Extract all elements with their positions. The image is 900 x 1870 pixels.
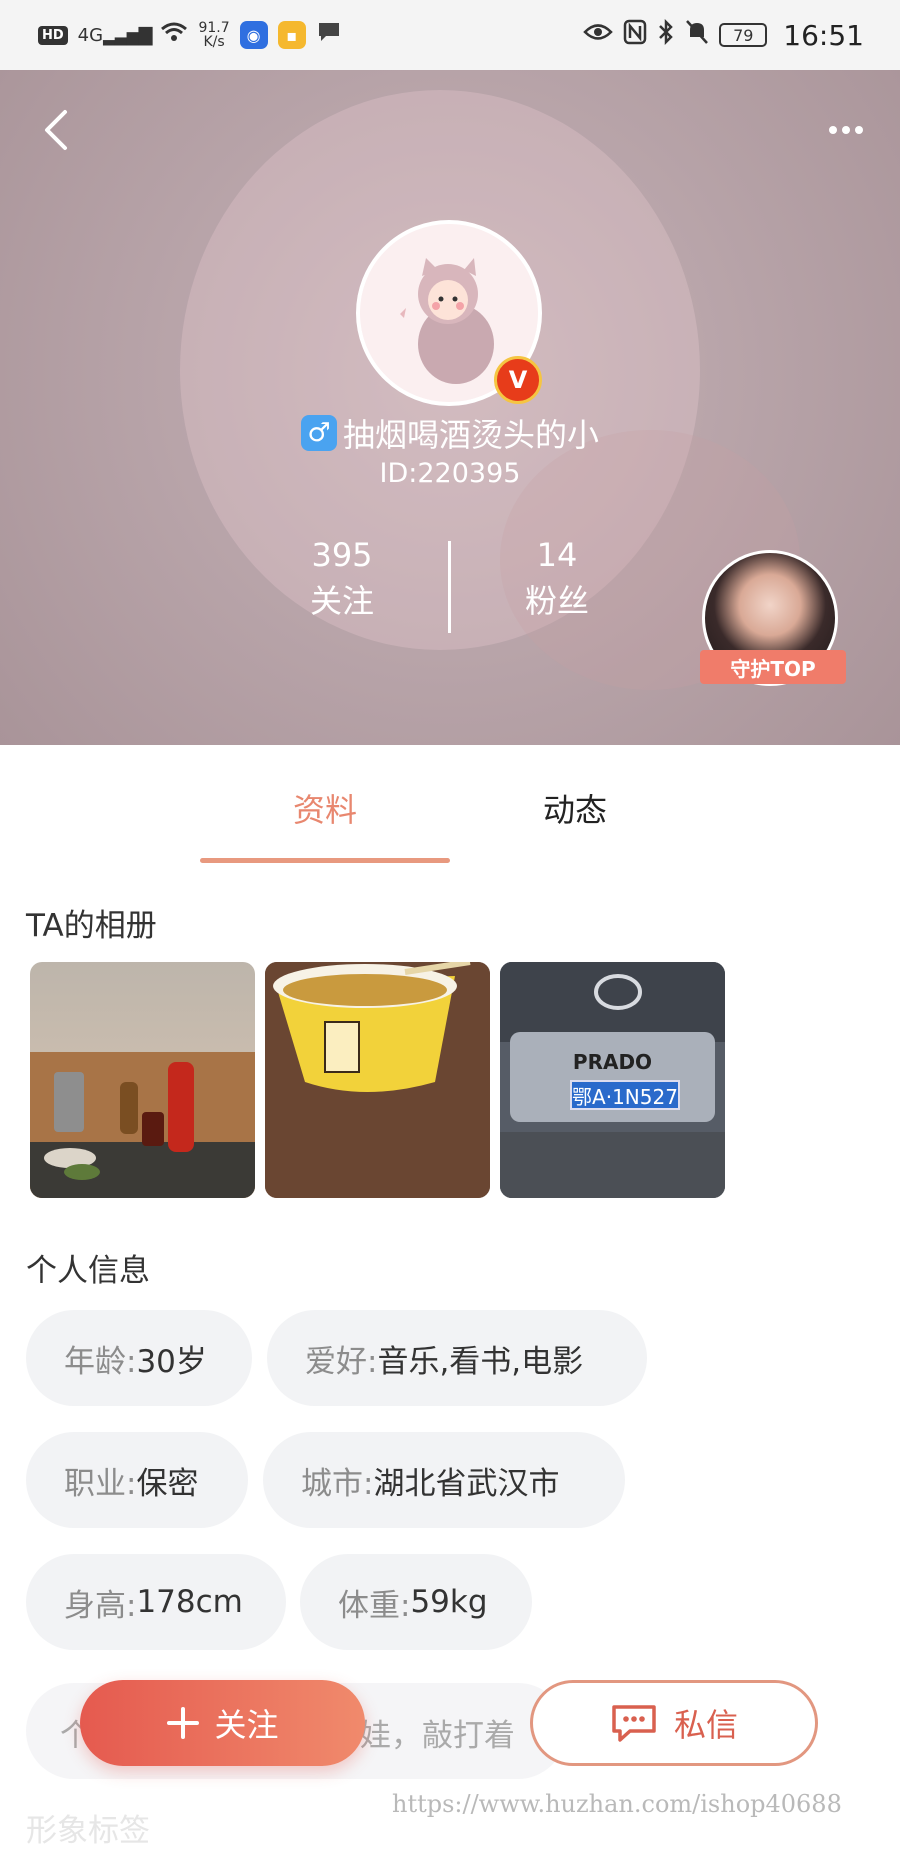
info-tag-hobby: 爱好: 音乐,看书,电影 bbox=[267, 1310, 647, 1406]
bulb-app-icon: ◉ bbox=[239, 21, 268, 49]
message-button[interactable]: 私信 bbox=[530, 1680, 818, 1766]
follow-button[interactable]: 关注 bbox=[80, 1680, 365, 1766]
guard-top-badge[interactable]: 守护TOP bbox=[700, 550, 846, 690]
personal-info-title: 个人信息 bbox=[26, 1253, 150, 1289]
partial-row-text-mid: 娃，敲打着 bbox=[360, 1718, 515, 1754]
car-brand-text: PRADO bbox=[572, 1050, 653, 1074]
image-tags-title: 形象标签 bbox=[26, 1813, 150, 1849]
following-count: 395 bbox=[311, 536, 373, 574]
plus-icon bbox=[167, 1707, 200, 1739]
clock: 16:51 bbox=[783, 18, 864, 52]
stats-divider bbox=[448, 541, 451, 633]
album-photo-2[interactable] bbox=[265, 962, 490, 1198]
following-stat[interactable]: 395 关注 bbox=[252, 533, 432, 625]
status-bar: HD 4G▂▃▅▇ 91.7 K/s ◉ ▪ 79 16:51 bbox=[0, 0, 900, 70]
battery-indicator: 79 bbox=[719, 23, 768, 47]
tab-profile-info[interactable]: 资料 bbox=[200, 785, 450, 831]
guard-label: 守护TOP bbox=[700, 650, 846, 684]
message-bubble-icon bbox=[612, 1705, 656, 1742]
more-options-button[interactable] bbox=[816, 110, 876, 150]
fans-stat[interactable]: 14 粉丝 bbox=[467, 533, 647, 625]
cup-app-icon: ▪ bbox=[277, 21, 306, 49]
watermark-text: https://www.huzhan.com/ishop40688 bbox=[392, 1790, 842, 1818]
mute-bell-icon bbox=[685, 19, 709, 51]
more-dot-icon bbox=[829, 126, 837, 134]
hd-badge: HD bbox=[38, 25, 68, 45]
bluetooth-icon bbox=[657, 18, 675, 51]
info-tag-age: 年龄: 30岁 bbox=[26, 1310, 252, 1406]
network-speed: 91.7 K/s bbox=[198, 20, 230, 50]
vip-badge: V bbox=[494, 356, 542, 404]
profile-header: V ♂ 抽烟喝酒烫头的小 ID:220395 395 关注 14 粉丝 守护TO… bbox=[0, 70, 900, 745]
album-title: TA的相册 bbox=[26, 908, 157, 944]
wifi-icon bbox=[160, 21, 188, 49]
fans-label: 粉丝 bbox=[524, 582, 589, 620]
license-plate: 鄂A·1N527 bbox=[570, 1080, 680, 1110]
name-row: ♂ 抽烟喝酒烫头的小 bbox=[0, 410, 900, 456]
nickname: 抽烟喝酒烫头的小 bbox=[342, 416, 599, 454]
fans-count: 14 bbox=[536, 536, 578, 574]
album-photo-1[interactable] bbox=[30, 962, 255, 1198]
user-id: ID:220395 bbox=[379, 458, 521, 489]
info-tag-height: 身高: 178cm bbox=[26, 1554, 286, 1650]
nfc-icon bbox=[623, 19, 647, 51]
chat-bubble-icon bbox=[316, 20, 342, 50]
eye-icon bbox=[583, 21, 614, 49]
album-photo-3[interactable]: PRADO 鄂A·1N527 bbox=[500, 962, 725, 1198]
follow-label: 关注 bbox=[214, 1706, 279, 1744]
info-tag-city: 城市: 湖北省武汉市 bbox=[263, 1432, 625, 1528]
chevron-left-icon bbox=[45, 110, 67, 150]
tab-moments[interactable]: 动态 bbox=[450, 785, 700, 831]
tab-bar: 资料 动态 bbox=[0, 745, 900, 865]
active-tab-indicator bbox=[200, 858, 450, 863]
photo-album: PRADO 鄂A·1N527 bbox=[30, 962, 725, 1198]
back-button[interactable] bbox=[30, 100, 80, 160]
following-label: 关注 bbox=[309, 582, 374, 620]
network-type: 4G▂▃▅▇ bbox=[77, 24, 153, 46]
male-gender-icon: ♂ bbox=[300, 415, 337, 451]
message-label: 私信 bbox=[673, 1706, 738, 1744]
info-tag-weight: 体重: 59kg bbox=[300, 1554, 532, 1650]
info-tag-occupation: 职业: 保密 bbox=[26, 1432, 248, 1528]
